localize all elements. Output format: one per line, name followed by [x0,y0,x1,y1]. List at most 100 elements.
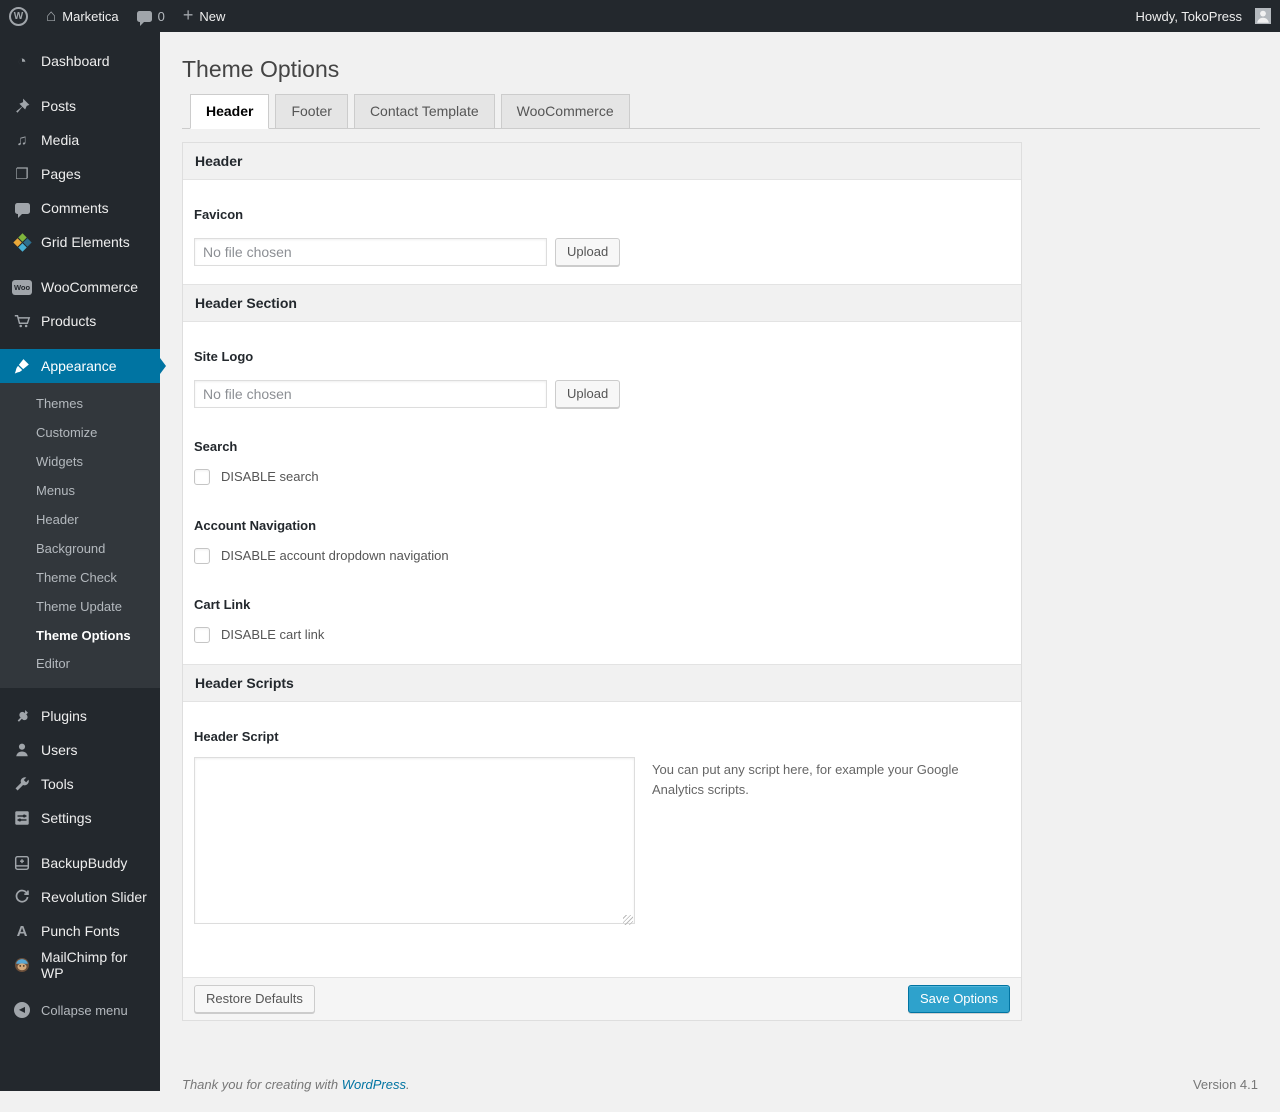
sidebar-item-label: Products [41,313,97,329]
disable-account-nav-checkbox[interactable] [194,547,210,564]
home-icon: ⌂ [46,5,57,25]
tab-header[interactable]: Header [190,94,270,129]
submenu-item-theme-options[interactable]: Theme Options [0,622,160,651]
collapse-menu-button[interactable]: ◀ Collapse menu [0,993,160,1027]
plug-icon [12,707,32,725]
new-label: New [199,8,226,24]
sync-arrows-icon [12,888,32,906]
sidebar-item-posts[interactable]: Posts [0,89,160,123]
site-logo-file-input[interactable] [194,379,547,408]
pushpin-icon [12,97,32,115]
tab-footer[interactable]: Footer [275,94,348,129]
site-menu[interactable]: ⌂ Marketica [37,0,128,32]
sidebar-item-dashboard[interactable]: ◔ Dashboard [0,44,160,78]
backup-icon [12,854,32,872]
sidebar-item-punch-fonts[interactable]: A Punch Fonts [0,914,160,948]
disable-search-row: DISABLE search [194,468,1010,499]
paintbrush-icon [12,357,32,375]
sidebar-item-pages[interactable]: ❐ Pages [0,157,160,191]
sidebar-item-grid-elements[interactable]: Grid Elements [0,225,160,259]
disable-account-nav-label: DISABLE account dropdown navigation [221,548,449,564]
sidebar-item-plugins[interactable]: Plugins [0,699,160,733]
menu-separator [0,835,160,846]
account-navigation-label: Account Navigation [194,517,317,533]
sidebar-item-label: MailChimp for WP [41,949,128,982]
sidebar-item-tools[interactable]: Tools [0,767,160,801]
sidebar-item-users[interactable]: Users [0,733,160,767]
admin-sidebar: ◔ Dashboard Posts ♫ Media ❐ Pages Commen… [0,32,166,1091]
sidebar-item-label: WooCommerce [41,279,138,295]
submenu-item-customize[interactable]: Customize [0,419,160,448]
submenu-item-theme-check[interactable]: Theme Check [0,564,160,593]
sidebar-item-label: Dashboard [41,53,110,69]
sidebar-item-label: Users [41,742,78,759]
header-script-help-text: You can put any script here, for example… [652,761,959,797]
tab-woocommerce[interactable]: WooCommerce [500,94,630,129]
admin-bar: W ⌂ Marketica 0 + New Howdy, TokoPress [0,0,1280,32]
menu-separator [0,982,160,993]
submenu-item-theme-update[interactable]: Theme Update [0,593,160,622]
save-options-button[interactable]: Save Options [907,984,1010,1013]
footer-thanks-text: Thank you for creating with [182,1076,342,1092]
submenu-item-themes[interactable]: Themes [0,390,160,419]
favicon-upload-button[interactable]: Upload [555,237,621,266]
sidebar-item-woocommerce[interactable]: Woo WooCommerce [0,270,160,304]
pages-icon: ❐ [15,166,29,183]
menu-separator [0,259,160,270]
disable-search-checkbox[interactable] [194,468,210,485]
theme-options-panel: Header Favicon Upload Header Section Sit… [182,141,1022,1021]
wp-logo-menu[interactable]: W [0,0,37,32]
restore-defaults-button[interactable]: Restore Defaults [194,984,315,1013]
tab-bar: Header Footer Contact Template WooCommerce [182,94,1260,129]
account-menu[interactable]: Howdy, TokoPress [1127,0,1280,32]
site-logo-upload-button[interactable]: Upload [555,379,621,408]
submenu-item-editor[interactable]: Editor [0,650,160,679]
sidebar-item-label: Settings [41,810,92,827]
woocommerce-icon: Woo [12,279,32,295]
version-text: Version 4.1 [1192,1076,1258,1092]
sidebar-item-settings[interactable]: Settings [0,801,160,835]
panel-footer: Restore Defaults Save Options [183,976,1021,1020]
section-header: Header [183,142,1021,180]
site-name: Marketica [62,8,119,24]
admin-bar-right: Howdy, TokoPress [1127,0,1280,32]
section-header-title: Header [195,152,243,169]
submenu-item-header[interactable]: Header [0,506,160,535]
tab-contact-template[interactable]: Contact Template [353,94,495,129]
mailchimp-monkey-icon [12,956,32,974]
submenu-item-background[interactable]: Background [0,535,160,564]
comments-icon [12,202,32,218]
sidebar-item-revolution-slider[interactable]: Revolution Slider [0,880,160,914]
sidebar-item-comments[interactable]: Comments [0,191,160,225]
howdy-text: Howdy, TokoPress [1135,8,1242,24]
cart-icon [12,312,32,330]
active-menu-arrow [160,358,166,374]
sidebar-item-appearance[interactable]: Appearance [0,349,166,383]
header-section-title: Header Section [195,294,297,311]
sidebar-item-label: BackupBuddy [41,855,128,872]
sidebar-item-mailchimp[interactable]: MailChimp for WP [0,948,160,982]
sidebar-item-backupbuddy[interactable]: BackupBuddy [0,846,160,880]
wordpress-link[interactable]: WordPress [342,1077,406,1092]
sidebar-item-label: Grid Elements [41,234,130,250]
menu-separator [0,78,160,89]
disable-cart-link-checkbox[interactable] [194,626,210,643]
header-section-fields: Site Logo Upload Search DISABLE search A… [183,322,1021,664]
sidebar-item-label: Pages [41,166,81,182]
sidebar-item-label: Appearance [41,358,117,374]
comments-menu[interactable]: 0 [128,0,174,32]
section-header-scripts: Header Scripts [183,663,1021,702]
header-script-textarea[interactable] [194,756,635,924]
new-content-menu[interactable]: + New [174,0,235,32]
avatar [1255,8,1271,24]
submenu-item-menus[interactable]: Menus [0,477,160,506]
submenu-item-widgets[interactable]: Widgets [0,448,160,477]
sliders-icon [12,809,32,827]
sidebar-item-products[interactable]: Products [0,304,160,338]
favicon-file-input[interactable] [194,237,547,266]
favicon-file-row: Upload [194,237,1010,284]
sidebar-item-label: Revolution Slider [41,889,147,906]
header-scripts-title: Header Scripts [195,674,294,691]
sidebar-item-media[interactable]: ♫ Media [0,123,160,157]
sidebar-item-label: Comments [41,200,109,216]
